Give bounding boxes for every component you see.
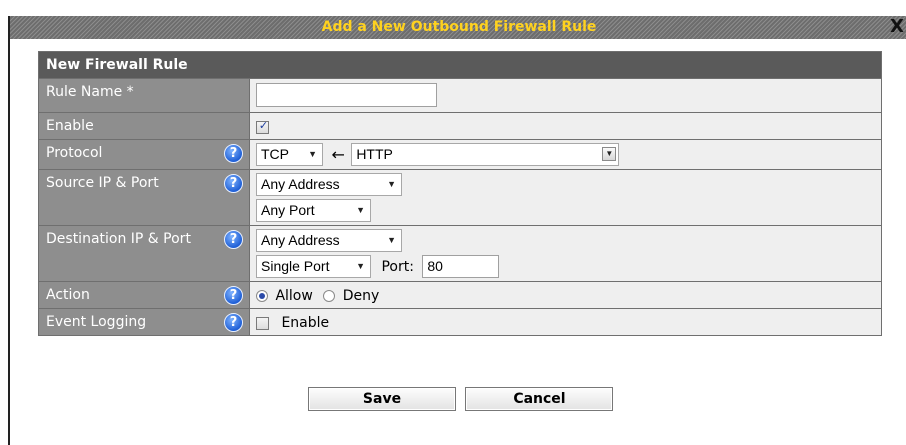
cancel-button[interactable]: Cancel (465, 387, 614, 411)
source-port-value: Any Port (261, 202, 315, 218)
destination-port-input[interactable]: 80 (422, 255, 500, 278)
chevron-down-icon: ▼ (387, 235, 396, 245)
source-address-value: Any Address (261, 176, 340, 192)
chevron-down-icon: ▼ (387, 179, 396, 189)
event-logging-checkbox-label: Enable (281, 315, 330, 331)
enable-label: Enable (46, 118, 94, 134)
event-logging-label: Event Logging (46, 314, 147, 330)
destination-address-value: Any Address (261, 232, 340, 248)
source-label: Source IP & Port (46, 175, 159, 191)
dialog-titlebar: Add a New Outbound Firewall Rule (10, 16, 906, 39)
firewall-rule-table: New Firewall Rule Rule Name * Enable ✓ P… (38, 51, 882, 336)
allow-radio[interactable] (256, 290, 268, 302)
chevron-down-icon: ▼ (602, 147, 617, 161)
left-arrow-icon: ← (331, 145, 345, 164)
row-rule-name: Rule Name * (38, 78, 882, 113)
section-title: New Firewall Rule (38, 51, 882, 79)
help-icon[interactable]: ? (224, 313, 243, 332)
help-icon[interactable]: ? (224, 230, 243, 249)
help-icon[interactable]: ? (224, 174, 243, 193)
row-destination: Destination IP & Port ? Any Address ▼ Si… (38, 225, 882, 282)
row-enable: Enable ✓ (38, 112, 882, 140)
source-address-select[interactable]: Any Address ▼ (256, 173, 402, 196)
port-label: Port: (381, 258, 414, 275)
destination-address-select[interactable]: Any Address ▼ (256, 229, 402, 252)
chevron-down-icon: ▼ (356, 261, 365, 271)
help-icon[interactable]: ? (224, 286, 243, 305)
chevron-down-icon: ▼ (356, 205, 365, 215)
action-label: Action (46, 287, 90, 303)
allow-radio-label: Allow (275, 288, 313, 304)
save-button[interactable]: Save (308, 387, 456, 411)
deny-radio-label: Deny (342, 288, 380, 304)
protocol-select[interactable]: TCP ▼ (256, 143, 323, 166)
form-buttons: Save Cancel (308, 387, 614, 411)
row-action: Action ? Allow Deny (38, 281, 882, 309)
row-source: Source IP & Port ? Any Address ▼ Any Por… (38, 169, 882, 226)
rule-name-label: Rule Name * (46, 84, 134, 100)
deny-radio[interactable] (323, 290, 336, 302)
row-event-logging: Event Logging ? Enable (38, 308, 882, 336)
source-port-select[interactable]: Any Port ▼ (256, 199, 371, 222)
protocol-select-value: TCP (261, 146, 289, 162)
chevron-down-icon: ▼ (308, 149, 317, 159)
row-protocol: Protocol ? TCP ▼ ← HTTP ▼ (38, 139, 882, 170)
close-icon[interactable]: X (890, 16, 904, 39)
rule-name-input[interactable] (256, 83, 437, 107)
protocol-label: Protocol (46, 145, 103, 161)
enable-checkbox[interactable]: ✓ (256, 118, 269, 134)
service-select-value: HTTP (356, 146, 393, 162)
event-logging-checkbox[interactable] (256, 316, 269, 330)
service-select[interactable]: HTTP ▼ (351, 143, 620, 166)
destination-port-mode-select[interactable]: Single Port ▼ (256, 255, 371, 278)
help-icon[interactable]: ? (224, 144, 243, 163)
destination-port-mode-value: Single Port (261, 258, 330, 274)
dialog-title: Add a New Outbound Firewall Rule (321, 19, 597, 35)
destination-label: Destination IP & Port (46, 231, 191, 247)
checkmark-icon: ✓ (258, 118, 269, 132)
